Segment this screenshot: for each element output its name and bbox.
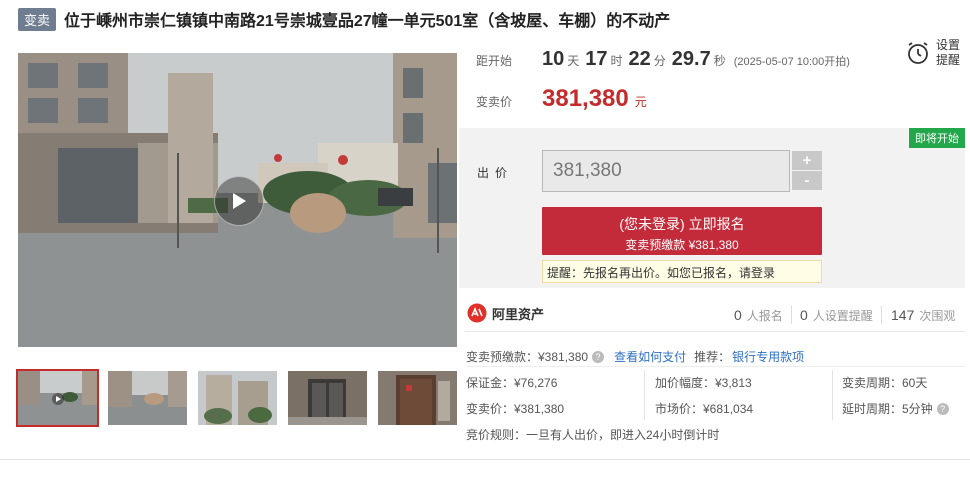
- signup-count: 0 人报名: [734, 307, 783, 324]
- play-button[interactable]: [214, 176, 264, 226]
- how-to-pay-link[interactable]: 查看如何支付: [614, 348, 686, 365]
- login-hint: 提醒：先报名再出价。如您已报名，请登录: [542, 260, 822, 283]
- sale-type-badge: 变卖: [18, 7, 57, 31]
- countdown-label: 距开始: [476, 54, 513, 68]
- auction-info: 距开始 10 天 17 时 22 分 29.7 秒 (2025-05-07 10…: [476, 36, 970, 128]
- signup-count-label: 人报名: [746, 309, 783, 323]
- register-deposit-label: 变卖预缴款 ¥381,380: [625, 238, 739, 252]
- divider: [0, 459, 970, 460]
- bid-label: 出价: [477, 166, 514, 180]
- view-count-label: 次围观: [919, 309, 956, 323]
- status-badge: 即将开始: [909, 128, 965, 148]
- alarm-clock-icon: [908, 42, 928, 64]
- help-icon[interactable]: ?: [592, 350, 605, 363]
- countdown-row: 距开始 10 天 17 时 22 分 29.7 秒 (2025-05-07 10…: [476, 48, 850, 71]
- register-button[interactable]: (您未登录) 立即报名 变卖预缴款 ¥381,380: [542, 207, 822, 255]
- stats-bar: 阿里资产 0 人报名 0 人设置提醒 147 次围观: [465, 296, 965, 332]
- seconds-unit: 秒: [713, 54, 726, 68]
- market-price: 市场价：¥681,034: [655, 402, 754, 416]
- sale-price: 变卖价：¥381,380: [466, 402, 565, 416]
- price-value: 381,380: [542, 85, 629, 112]
- divider: [791, 306, 792, 324]
- play-icon: [233, 193, 246, 209]
- countdown-hours: 17: [585, 48, 608, 70]
- extension-text: 延时周期：5分钟: [842, 402, 933, 416]
- register-button-label: (您未登录) 立即报名: [619, 216, 745, 232]
- divider: [832, 370, 833, 420]
- page-title: 位于嵊州市崇仁镇镇中南路21号崇城壹品27幢一单元501室（含坡屋、车棚）的不动…: [64, 13, 671, 30]
- signup-count-number: 0: [734, 307, 742, 323]
- ali-logo-icon: [467, 303, 487, 323]
- bank-account-link[interactable]: 银行专用款项: [732, 348, 804, 365]
- hours-unit: 时: [610, 54, 623, 68]
- reminder-count-label: 人设置提醒: [812, 309, 873, 323]
- thumbnail-2[interactable]: [108, 371, 187, 425]
- sale-period: 变卖周期：60天: [842, 376, 928, 390]
- bid-panel: 即将开始 出价 + - (您未登录) 立即报名 变卖预缴款 ¥381,380 提…: [459, 128, 965, 288]
- deposit-row: 变卖预缴款：¥381,380 ? 查看如何支付 推荐： 银行专用款项: [466, 348, 804, 365]
- deposit-text: 变卖预缴款：¥381,380: [466, 350, 589, 364]
- guarantee-deposit: 保证金：¥76,276: [466, 376, 558, 390]
- thumbnail-4[interactable]: [288, 371, 367, 425]
- reminder-count-number: 0: [800, 307, 808, 323]
- help-icon[interactable]: ?: [936, 402, 949, 415]
- set-reminder-button[interactable]: 设置提醒: [906, 38, 962, 68]
- bid-amount-input[interactable]: [542, 150, 790, 192]
- price-label: 变卖价: [476, 95, 513, 109]
- countdown-days: 10: [542, 48, 565, 70]
- countdown-seconds: 29.7: [671, 48, 711, 70]
- reminder-label: 设置提醒: [935, 38, 960, 67]
- days-unit: 天: [567, 54, 580, 68]
- minutes-unit: 分: [653, 54, 666, 68]
- bidding-rule: 竞价规则：一旦有人出价，即进入24小时倒计时: [466, 428, 720, 442]
- view-count-number: 147: [891, 307, 915, 323]
- start-time-note: (2025-05-07 10:00开拍): [733, 56, 850, 68]
- price-row: 变卖价 381,380 元: [476, 85, 647, 113]
- recommend-label: 推荐：: [694, 350, 731, 364]
- thumbnail-3[interactable]: [198, 371, 277, 425]
- thumbnail-strip: [16, 369, 468, 427]
- reminder-count: 0 人设置提醒: [800, 307, 873, 324]
- increase-bid-button[interactable]: +: [792, 151, 822, 170]
- view-count: 147 次围观: [891, 307, 955, 324]
- ali-brand-text: 阿里资产: [492, 306, 545, 322]
- extension-period: 延时周期：5分钟 ?: [842, 400, 949, 417]
- main-video-player[interactable]: [18, 53, 457, 347]
- thumbnail-1[interactable]: [16, 369, 99, 427]
- countdown-minutes: 22: [628, 48, 651, 70]
- divider: [466, 366, 966, 367]
- thumbnail-5[interactable]: [378, 371, 457, 425]
- title-bar: 变卖 位于嵊州市崇仁镇镇中南路21号崇城壹品27幢一单元501室（含坡屋、车棚）…: [18, 7, 671, 31]
- divider: [881, 306, 882, 324]
- bid-increment: 加价幅度：¥3,813: [655, 376, 752, 390]
- divider: [644, 370, 645, 420]
- decrease-bid-button[interactable]: -: [792, 171, 822, 190]
- ali-assets-logo: 阿里资产: [467, 303, 544, 323]
- price-unit: 元: [634, 95, 647, 109]
